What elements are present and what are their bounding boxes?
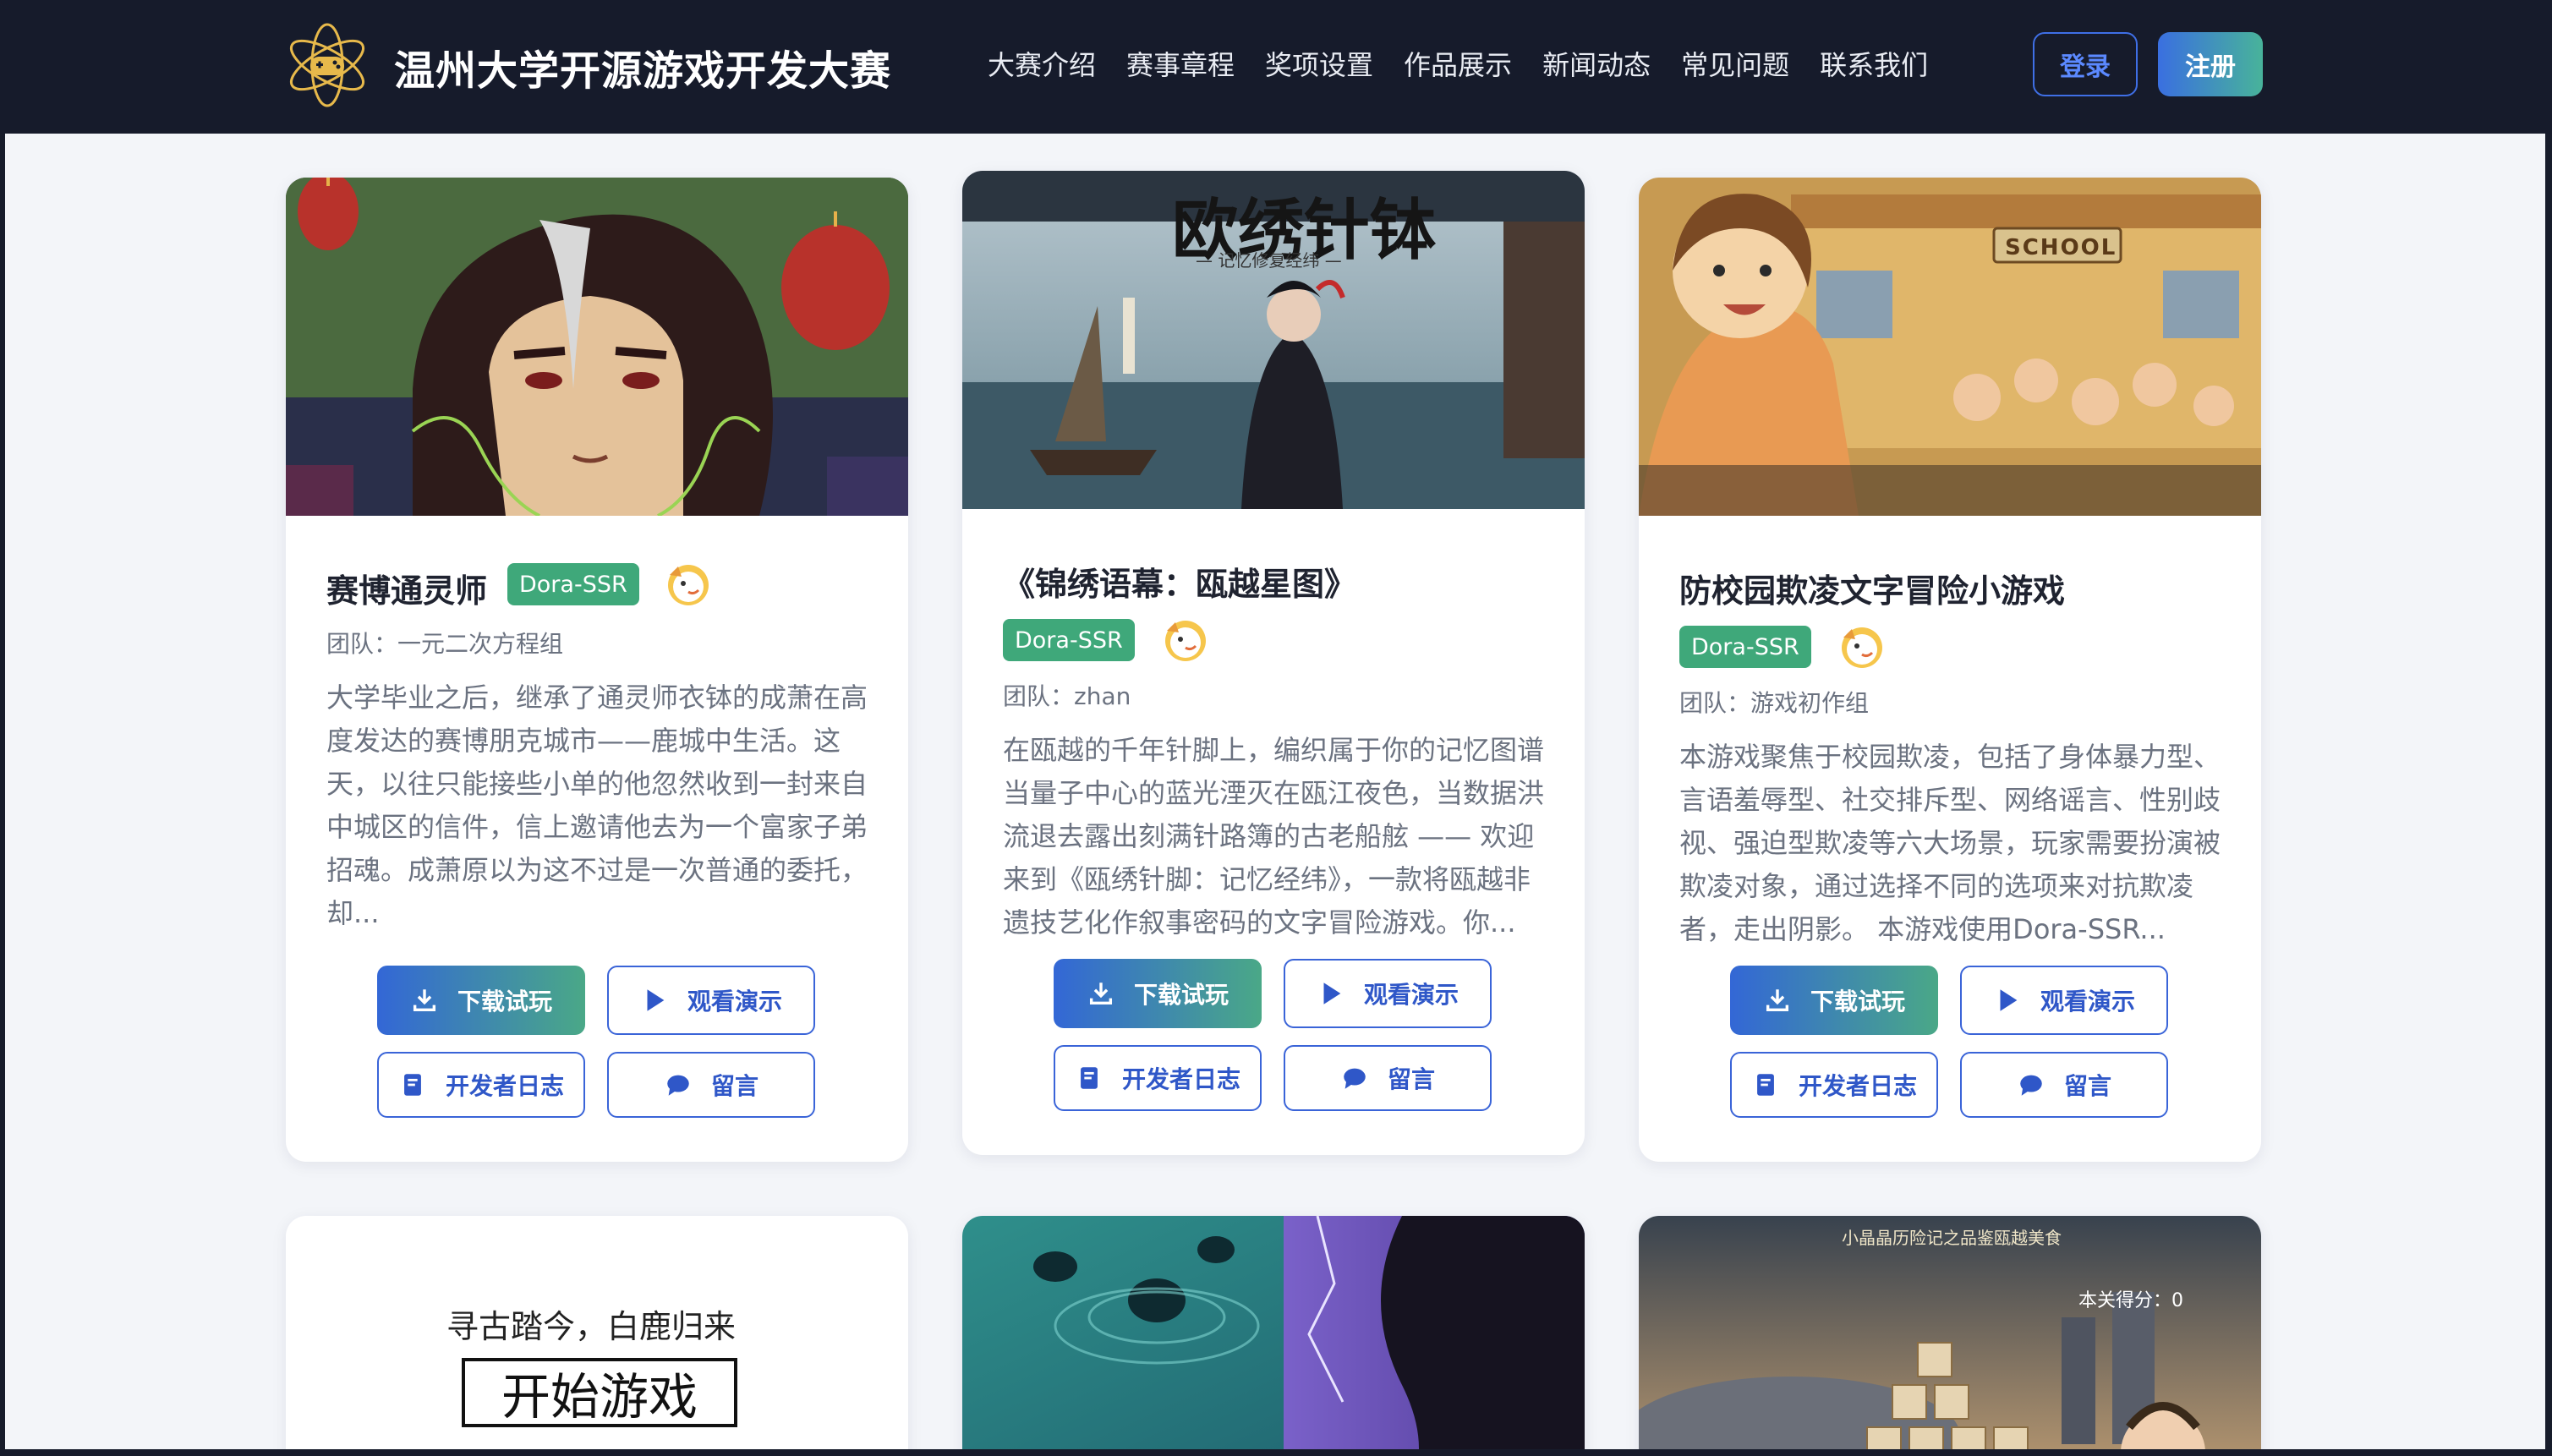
download-button[interactable]: 下载试玩 xyxy=(1730,966,1938,1035)
top-nav: 温州大学开源游戏开发大赛 大赛介绍 赛事章程 奖项设置 作品展示 新闻动态 常见… xyxy=(0,0,2552,134)
game-description: 大学毕业之后，继承了通灵师衣钵的成萧在高度发达的赛博朋克城市——鹿城中生活。这天… xyxy=(326,681,868,929)
comment-icon xyxy=(1344,1068,1366,1089)
nav-faq[interactable]: 常见问题 xyxy=(1681,44,1789,83)
engine-tag: Dora-SSR xyxy=(1679,626,1811,668)
team-name: 团队：游戏初作组 xyxy=(1679,689,1870,717)
devlog-label: 开发者日志 xyxy=(445,1072,564,1100)
app-frame: 温州大学开源游戏开发大赛 大赛介绍 赛事章程 奖项设置 作品展示 新闻动态 常见… xyxy=(0,0,2552,1456)
engine-tag: Dora-SSR xyxy=(507,563,639,605)
game-card: 小晶晶历险记之品鉴瓯越美食 本关得分：0 xyxy=(1639,1216,2261,1449)
site-title[interactable]: 温州大学开源游戏开发大赛 xyxy=(394,37,891,96)
devlog-button[interactable]: 开发者日志 xyxy=(1730,1052,1938,1118)
start-game-button[interactable]: 开始游戏 xyxy=(462,1358,737,1427)
devlog-label: 开发者日志 xyxy=(1798,1072,1917,1100)
game-title[interactable]: 赛博通灵师 xyxy=(326,565,487,611)
book-icon xyxy=(1757,1074,1774,1096)
game-description: 本游戏聚焦于校园欺凌，包括了身体暴力型、言语羞辱型、社交排斥型、网络谣言、性别歧… xyxy=(1679,741,2221,945)
cover-subtitle-art: — 记忆修复经纬 — xyxy=(1196,250,1342,271)
game-cover-image[interactable] xyxy=(286,178,908,516)
game-title[interactable]: 防校园欺凌文字冒险小游戏 xyxy=(1679,565,2065,611)
devlog-label: 开发者日志 xyxy=(1121,1065,1240,1093)
nav-news[interactable]: 新闻动态 xyxy=(1542,44,1651,83)
register-button[interactable]: 注册 xyxy=(2158,32,2263,96)
game-cover-image[interactable]: 小晶晶历险记之品鉴瓯越美食 本关得分：0 xyxy=(1639,1216,2261,1449)
score-display: 本关得分：0 xyxy=(2078,1290,2183,1311)
comment-button[interactable]: 留言 xyxy=(607,1052,815,1118)
watch-demo-button[interactable]: 观看演示 xyxy=(1284,959,1492,1028)
download-label: 下载试玩 xyxy=(1133,981,1229,1009)
mascot-icon xyxy=(668,565,709,605)
game-title[interactable]: 《锦绣语幕：瓯越星图》 xyxy=(1003,558,1356,605)
download-icon xyxy=(1089,983,1113,1005)
game-cover-image[interactable]: SCHOOL xyxy=(1639,178,2261,516)
comment-icon xyxy=(2020,1075,2042,1096)
game-cover-image[interactable]: 欧绣针钵 — 记忆修复经纬 — xyxy=(962,171,1585,509)
nav-intro[interactable]: 大赛介绍 xyxy=(988,44,1096,83)
download-button[interactable]: 下载试玩 xyxy=(1054,959,1262,1028)
watch-demo-label: 观看演示 xyxy=(687,988,782,1015)
play-icon xyxy=(647,989,665,1011)
download-label: 下载试玩 xyxy=(457,988,552,1015)
game-card: 寻古踏今，白鹿归来 开始游戏 xyxy=(286,1216,908,1449)
devlog-button[interactable]: 开发者日志 xyxy=(1054,1045,1262,1111)
nav-awards[interactable]: 奖项设置 xyxy=(1265,44,1373,83)
cover-school-sign: SCHOOL xyxy=(2005,235,2117,260)
comment-icon xyxy=(667,1075,689,1096)
game-card: 赛博通灵师 Dora-SSR 团队：一元二次方程组 大学毕业之后，继承了通灵师衣… xyxy=(286,178,908,1162)
watch-demo-label: 观看演示 xyxy=(2040,988,2135,1015)
cover-game-title: 小晶晶历险记之品鉴瓯越美食 xyxy=(1842,1228,2062,1248)
engine-tag: Dora-SSR xyxy=(1003,619,1135,661)
nav-contact[interactable]: 联系我们 xyxy=(1820,44,1928,83)
play-icon xyxy=(1323,983,1341,1004)
watch-demo-button[interactable]: 观看演示 xyxy=(1960,966,2168,1035)
download-icon xyxy=(1766,989,1789,1012)
game-card: 欧绣针钵 — 记忆修复经纬 — 《锦绣语幕：瓯越星图》 Dora-SSR 团队：… xyxy=(962,171,1585,1155)
book-icon xyxy=(404,1074,421,1096)
game-description: 在瓯越的千年针脚上，编织属于你的记忆图谱当量子中心的蓝光湮灭在瓯江夜色，当数据洪… xyxy=(1003,734,1545,939)
watch-demo-label: 观看演示 xyxy=(1363,981,1459,1009)
download-label: 下载试玩 xyxy=(1810,988,1905,1015)
main-menu: 大赛介绍 赛事章程 奖项设置 作品展示 新闻动态 常见问题 联系我们 xyxy=(988,44,1928,83)
comment-label: 留言 xyxy=(2063,1072,2111,1100)
nav-rules[interactable]: 赛事章程 xyxy=(1126,44,1235,83)
nav-works[interactable]: 作品展示 xyxy=(1404,44,1512,83)
team-name: 团队：一元二次方程组 xyxy=(326,630,564,658)
devlog-button[interactable]: 开发者日志 xyxy=(377,1052,585,1118)
comment-label: 留言 xyxy=(710,1072,758,1100)
team-name: 团队：zhan xyxy=(1003,682,1131,710)
game-card: SCHOOL 防校园欺凌文字冒险小游戏 Dora-SSR 团队：游戏初作组 本游… xyxy=(1639,178,2261,1162)
download-icon xyxy=(413,989,436,1012)
content-area: 赛博通灵师 Dora-SSR 团队：一元二次方程组 大学毕业之后，继承了通灵师衣… xyxy=(5,134,2545,1449)
watch-demo-button[interactable]: 观看演示 xyxy=(607,966,815,1035)
game-cover-image[interactable] xyxy=(962,1216,1585,1449)
comment-button[interactable]: 留言 xyxy=(1960,1052,2168,1118)
mascot-icon xyxy=(1165,621,1206,661)
download-button[interactable]: 下载试玩 xyxy=(377,966,585,1035)
login-button[interactable]: 登录 xyxy=(2033,32,2138,96)
book-icon xyxy=(1081,1067,1098,1089)
logo-icon[interactable] xyxy=(282,20,372,110)
comment-label: 留言 xyxy=(1387,1065,1435,1093)
play-icon xyxy=(2000,989,2018,1011)
cover-tagline: 寻古踏今，白鹿归来 xyxy=(446,1308,737,1345)
mascot-icon xyxy=(1842,627,1882,668)
game-card xyxy=(962,1216,1585,1449)
comment-button[interactable]: 留言 xyxy=(1284,1045,1492,1111)
